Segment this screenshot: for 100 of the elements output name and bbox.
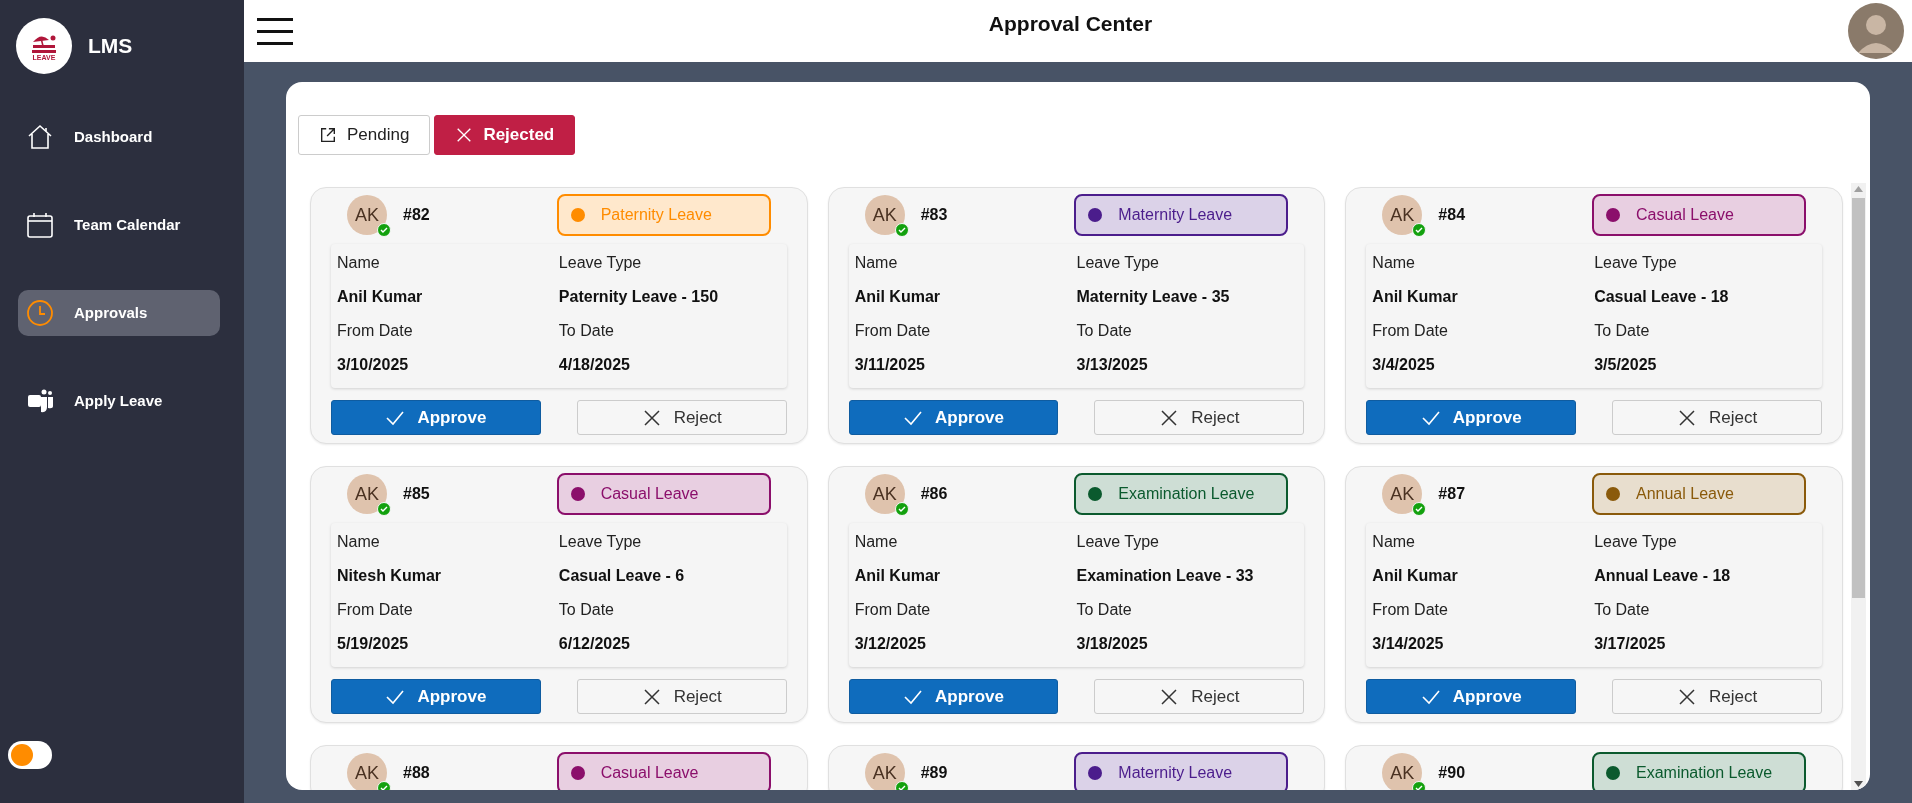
leave-type-label: Paternity Leave [600,205,712,225]
field-value: 3/13/2025 [1076,355,1149,375]
approve-button[interactable]: Approve [848,679,1059,714]
sidebar-item[interactable]: Dashboard [18,114,220,160]
avatar: AK [1382,474,1423,514]
leave-type-label: Casual Leave [1636,205,1734,225]
reject-button[interactable]: Reject [576,679,787,714]
verified-icon [1412,502,1427,516]
filter-tab[interactable]: Rejected [434,115,576,155]
sidebar-item[interactable]: Approvals [18,290,220,336]
request-number: #89 [920,763,948,783]
request-number: #86 [920,484,948,504]
sidebar-item[interactable]: Apply Leave [18,378,220,424]
field-label: From Date [337,321,414,341]
home-icon [26,123,54,151]
field-value: Annual Leave - 18 [1594,566,1732,586]
field-label: Leave Type [558,253,643,273]
close-icon [1676,687,1697,706]
request-number: #88 [403,763,430,783]
reject-button[interactable]: Reject [1612,679,1822,714]
field-value: Nitesh Kumar [337,566,443,586]
calendar-icon [26,211,54,239]
scrollbar[interactable] [1851,183,1866,790]
leave-type-label: Examination Leave [1118,484,1255,504]
field-value: Paternity Leave - 150 [558,287,720,307]
field-value: Anil Kumar [1372,287,1459,307]
request-number: #85 [403,484,430,504]
page-title: Approval Center [988,11,1153,37]
close-icon [1159,408,1180,427]
clock-icon [26,299,54,327]
field-label: Name [337,253,381,273]
reject-button[interactable]: Reject [1094,400,1305,435]
verified-icon [1412,223,1427,237]
leave-type-label: Casual Leave [600,763,699,783]
field-label: Name [1372,253,1416,273]
field-value: Anil Kumar [1372,566,1459,586]
theme-toggle[interactable] [8,741,52,769]
approve-button[interactable]: Approve [331,400,541,435]
verified-icon [894,223,909,237]
people-tile-icon [26,387,54,415]
approve-button[interactable]: Approve [1366,679,1577,714]
field-label: Leave Type [1594,253,1678,273]
field-value: Examination Leave - 33 [1076,566,1255,586]
field-value: Maternity Leave - 35 [1076,287,1231,307]
leave-type-label: Maternity Leave [1118,205,1233,225]
reject-button[interactable]: Reject [1612,400,1822,435]
close-icon [641,408,662,427]
request-number: #90 [1438,763,1466,783]
field-value: 4/18/2025 [558,355,631,375]
field-label: Leave Type [558,532,643,552]
field-value: Anil Kumar [854,566,941,586]
app-name: LMS [88,33,133,60]
scroll-down-icon[interactable] [1854,781,1863,787]
request-number: #83 [920,205,948,225]
field-value: 3/12/2025 [854,634,927,654]
field-label: To Date [1076,321,1133,341]
reject-button[interactable]: Reject [576,400,787,435]
sidebar-item[interactable]: Team Calendar [18,202,220,248]
field-label: Name [854,532,899,552]
approve-button[interactable]: Approve [1366,400,1577,435]
field-value: 3/11/2025 [854,355,926,375]
field-label: From Date [854,600,932,620]
field-value: 5/19/2025 [337,634,410,654]
avatar: AK [1382,195,1423,235]
approve-button[interactable]: Approve [331,679,541,714]
field-value: Anil Kumar [854,287,941,307]
leave-type-label: Maternity Leave [1118,763,1233,783]
verified-icon [377,502,391,516]
field-label: From Date [854,321,932,341]
leave-type-label: Examination Leave [1636,763,1773,783]
verified-icon [894,502,909,516]
field-label: Name [854,253,899,273]
field-value: 3/17/2025 [1594,634,1667,654]
external-link-icon [319,126,337,144]
field-label: To Date [1594,321,1651,341]
close-icon [1676,408,1697,427]
field-value: Casual Leave - 18 [1594,287,1730,307]
approve-button[interactable]: Approve [848,400,1059,435]
request-number: #87 [1438,484,1466,504]
close-icon [641,687,662,706]
field-value: 6/12/2025 [558,634,631,654]
filter-tab[interactable]: Pending [298,115,431,155]
field-label: From Date [1372,321,1449,341]
field-value: Casual Leave - 6 [558,566,686,586]
field-label: To Date [1076,600,1133,620]
field-label: To Date [558,321,615,341]
menu-icon[interactable] [257,16,293,46]
request-number: #84 [1438,205,1466,225]
field-label: Leave Type [1076,253,1160,273]
request-number: #82 [403,205,430,225]
field-value: 3/5/2025 [1594,355,1658,375]
field-value: Anil Kumar [337,287,424,307]
field-label: To Date [1594,600,1651,620]
field-label: To Date [558,600,615,620]
close-icon [1159,687,1180,706]
reject-button[interactable]: Reject [1094,679,1305,714]
field-label: From Date [1372,600,1449,620]
leave-type-label: Annual Leave [1636,484,1734,504]
user-avatar[interactable] [1848,3,1904,59]
field-label: Name [1372,532,1416,552]
